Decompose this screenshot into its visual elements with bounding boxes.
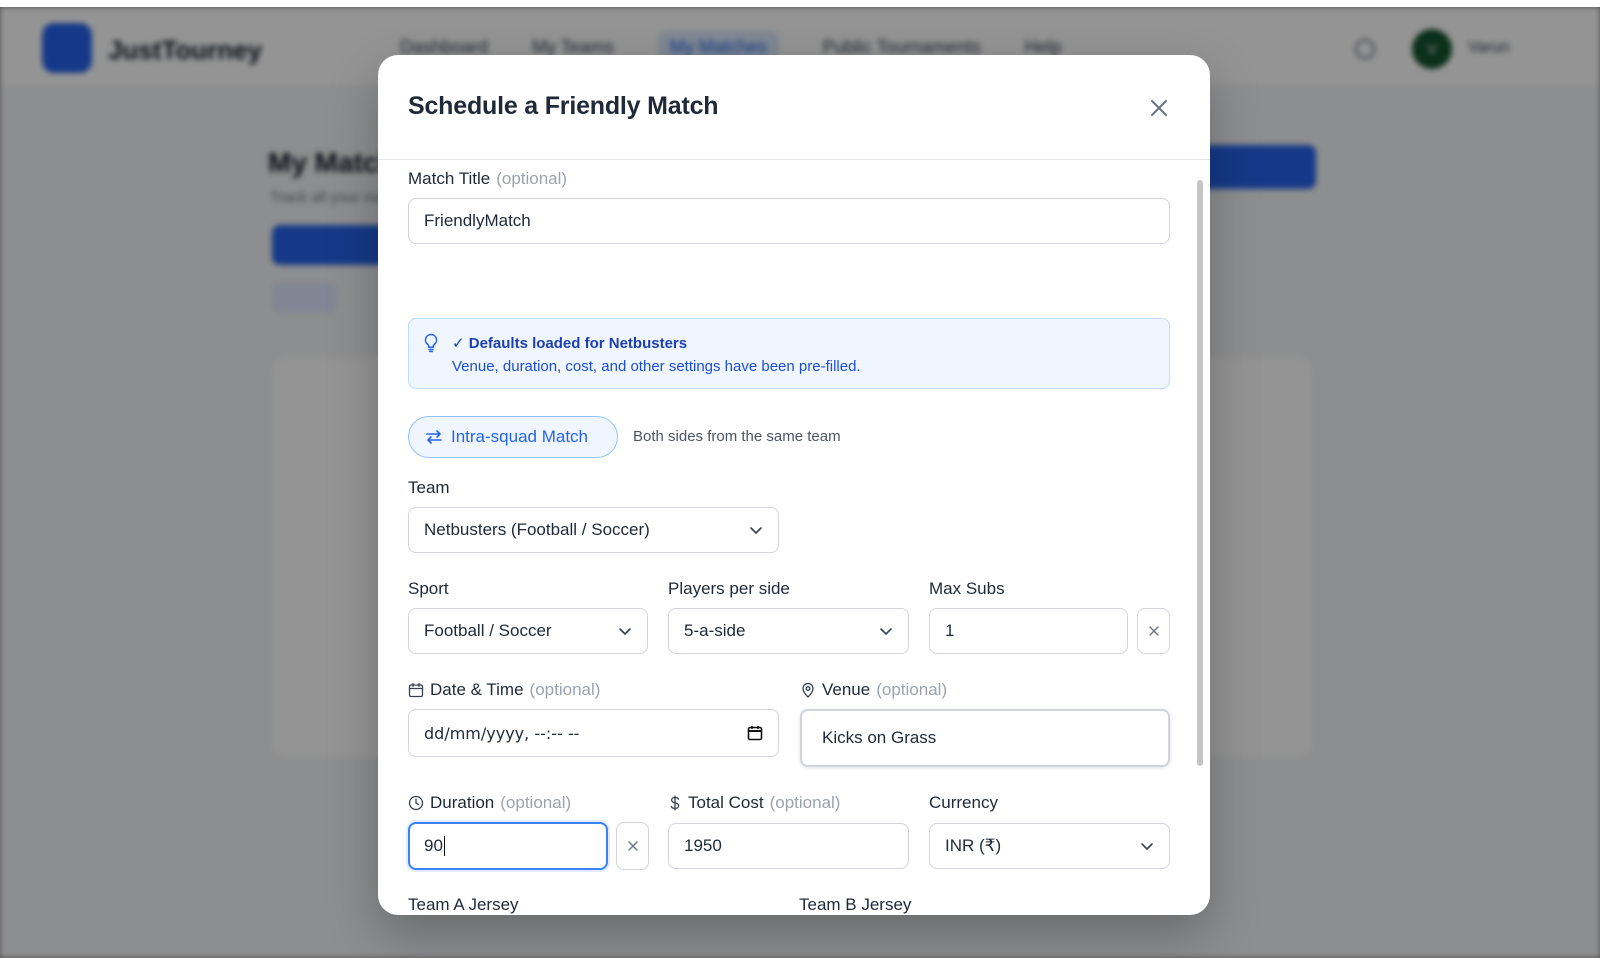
currency-select[interactable]: INR (₹) xyxy=(929,823,1170,869)
intra-squad-toggle[interactable]: Intra-squad Match xyxy=(408,416,618,458)
chevron-down-icon xyxy=(880,628,892,635)
swap-icon xyxy=(426,430,442,444)
team-b-jersey-label: Team B Jersey xyxy=(799,895,912,914)
players-per-side-select[interactable]: 5-a-side xyxy=(668,608,909,654)
sport-select-value: Football / Soccer xyxy=(424,621,552,640)
text-caret xyxy=(443,836,445,856)
info-title: ✓ Defaults loaded for Netbusters xyxy=(452,335,688,352)
date-time-label-text: Date & Time xyxy=(430,680,524,699)
duration-input[interactable]: 90 xyxy=(408,822,608,870)
optional-tag: (optional) xyxy=(500,793,572,812)
max-subs-input[interactable]: 1 xyxy=(929,608,1128,654)
team-select[interactable]: Netbusters (Football / Soccer) xyxy=(408,507,779,553)
total-cost-label: Total Cost (optional) xyxy=(668,793,840,813)
close-icon xyxy=(1148,626,1159,636)
close-icon xyxy=(627,841,638,851)
optional-tag: (optional) xyxy=(876,680,948,699)
map-pin-icon xyxy=(802,682,814,698)
info-description: Venue, duration, cost, and other setting… xyxy=(452,358,861,375)
intra-squad-label: Intra-squad Match xyxy=(451,427,589,446)
date-time-input[interactable]: dd/mm/yyyy, --:-- -- xyxy=(408,709,779,757)
date-time-label: Date & Time (optional) xyxy=(408,680,600,700)
players-per-side-value: 5-a-side xyxy=(684,621,746,640)
intra-squad-hint: Both sides from the same team xyxy=(633,428,841,445)
clear-max-subs-button[interactable] xyxy=(1137,608,1170,654)
currency-value: INR (₹) xyxy=(945,836,1002,855)
venue-label-text: Venue xyxy=(822,680,871,699)
dollar-icon xyxy=(670,795,680,811)
chevron-down-icon xyxy=(1141,843,1153,850)
optional-tag: (optional) xyxy=(496,169,568,188)
currency-label: Currency xyxy=(929,793,998,812)
players-per-side-label: Players per side xyxy=(668,579,790,598)
team-select-value: Netbusters (Football / Soccer) xyxy=(424,520,650,539)
duration-label-text: Duration xyxy=(430,793,495,812)
date-time-value: dd/mm/yyyy, --:-- -- xyxy=(424,723,580,743)
match-title-input[interactable]: FriendlyMatch xyxy=(408,198,1170,244)
venue-input[interactable]: Kicks on Grass xyxy=(800,709,1170,767)
defaults-info-banner: ✓ Defaults loaded for Netbusters Venue, … xyxy=(408,318,1170,389)
close-button[interactable] xyxy=(1144,93,1174,123)
schedule-match-modal: Schedule a Friendly Match Match Title (o… xyxy=(378,55,1210,915)
close-icon xyxy=(1151,100,1167,116)
sport-select[interactable]: Football / Soccer xyxy=(408,608,648,654)
total-cost-label-text: Total Cost xyxy=(688,793,764,812)
browser-top-strip xyxy=(0,0,1600,7)
venue-label: Venue (optional) xyxy=(800,680,947,700)
calendar-picker-icon[interactable] xyxy=(747,725,763,741)
modal-header: Schedule a Friendly Match xyxy=(378,55,1210,160)
optional-tag: (optional) xyxy=(529,680,601,699)
duration-label: Duration (optional) xyxy=(408,793,571,813)
modal-body: Match Title (optional) FriendlyMatch ✓ D… xyxy=(378,160,1210,915)
team-a-jersey-label: Team A Jersey xyxy=(408,895,519,914)
match-title-label: Match Title (optional) xyxy=(408,169,567,189)
duration-value: 90 xyxy=(424,836,443,855)
match-title-label-text: Match Title xyxy=(408,169,491,188)
team-label: Team xyxy=(408,478,450,497)
clock-icon xyxy=(408,795,424,811)
chevron-down-icon xyxy=(750,527,762,534)
clear-duration-button[interactable] xyxy=(616,822,649,870)
max-subs-label: Max Subs xyxy=(929,579,1005,598)
modal-title: Schedule a Friendly Match xyxy=(408,92,719,120)
calendar-icon xyxy=(408,682,424,698)
sport-label: Sport xyxy=(408,579,449,598)
lightbulb-icon xyxy=(424,333,438,353)
optional-tag: (optional) xyxy=(769,793,841,812)
total-cost-input[interactable]: 1950 xyxy=(668,823,909,869)
chevron-down-icon xyxy=(619,628,631,635)
